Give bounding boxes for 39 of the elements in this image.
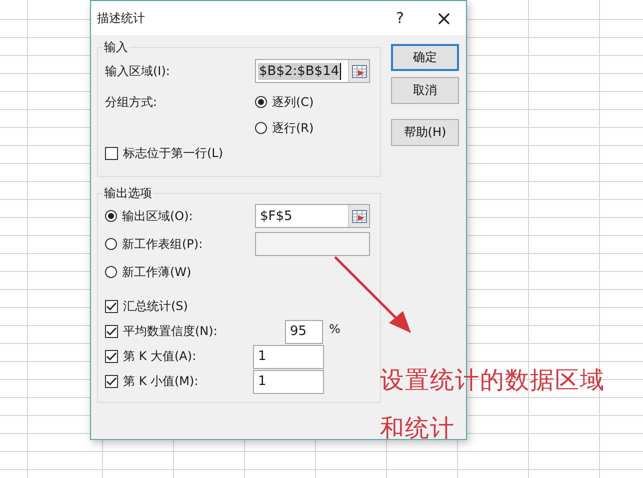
- dialog-button[interactable]: 确定: [391, 44, 459, 71]
- checkbox-option[interactable]: 汇总统计(S): [105, 298, 253, 315]
- group-title: 输出选项: [103, 185, 153, 202]
- help-button[interactable]: ?: [378, 1, 422, 35]
- input-range-field[interactable]: $B$2:$B$14: [255, 59, 370, 83]
- range-picker-icon: [352, 210, 366, 222]
- checkbox[interactable]: [105, 375, 118, 388]
- checkbox-option[interactable]: 第 K 小值(M):: [105, 373, 253, 390]
- field-label: 输入区域(I):: [105, 62, 171, 80]
- radio-option[interactable]: 输出区域(O):: [105, 208, 255, 224]
- radio-option[interactable]: 逐行(R): [255, 120, 380, 136]
- percent-label: %: [329, 322, 340, 336]
- dialog-button[interactable]: 帮助(H): [391, 119, 459, 146]
- radio-button[interactable]: [255, 96, 267, 108]
- radio-button[interactable]: [105, 210, 117, 222]
- radio-button[interactable]: [255, 122, 267, 134]
- checkbox[interactable]: [105, 325, 118, 338]
- checkbox[interactable]: [105, 300, 118, 313]
- checkbox-option[interactable]: 第 K 大值(A):: [105, 348, 253, 365]
- range-picker-button[interactable]: [348, 60, 369, 82]
- close-button[interactable]: ×: [422, 1, 466, 35]
- radio-option[interactable]: 逐列(C): [255, 94, 380, 110]
- window-title: 描述统计: [97, 10, 146, 26]
- radio-button[interactable]: [105, 266, 117, 278]
- range-picker-icon: [352, 64, 366, 78]
- range-picker-button[interactable]: [348, 205, 369, 227]
- output-range-field[interactable]: $F$5: [255, 204, 370, 228]
- annotation-text: 和统计: [380, 413, 455, 444]
- group-title: 输入: [103, 39, 129, 56]
- confidence-field[interactable]: 95: [285, 320, 323, 344]
- dialog-button[interactable]: 取消: [391, 77, 459, 104]
- radio-option[interactable]: 新工作薄(W): [105, 264, 255, 280]
- field-label: 分组方式:: [105, 94, 158, 110]
- k-value-field[interactable]: 1: [253, 370, 324, 394]
- checkbox[interactable]: [105, 350, 118, 363]
- checkbox[interactable]: [105, 146, 118, 160]
- k-value-field[interactable]: 1: [253, 344, 324, 368]
- checkbox-option[interactable]: 平均数置信度(N):: [105, 323, 253, 340]
- checkbox-option[interactable]: 标志位于第一行(L): [105, 144, 380, 162]
